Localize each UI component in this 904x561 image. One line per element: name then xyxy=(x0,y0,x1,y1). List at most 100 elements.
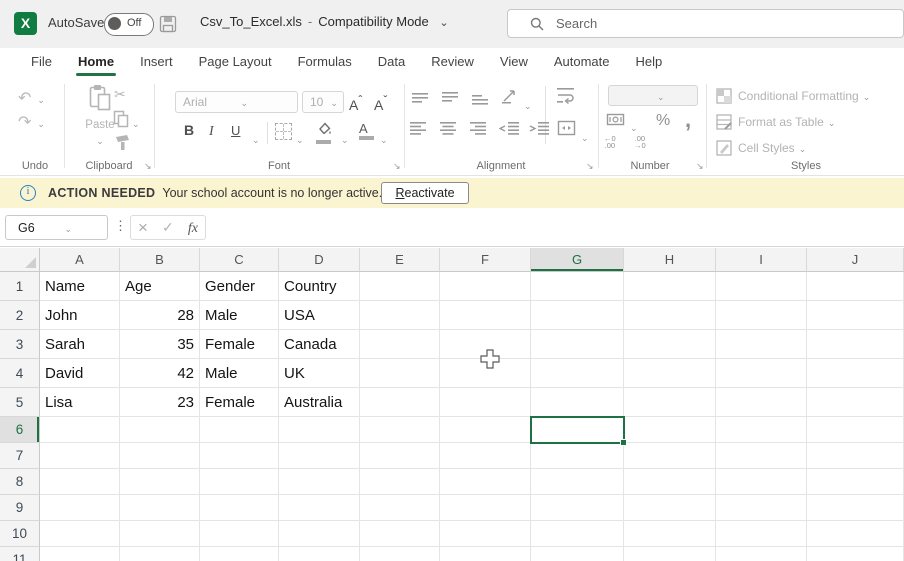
percent-style-button[interactable] xyxy=(656,112,670,130)
cell-styles-button[interactable]: Cell Styles xyxy=(716,138,806,158)
row-header-1[interactable]: 1 xyxy=(0,272,40,301)
font-dialog-launcher[interactable] xyxy=(393,161,401,172)
decrease-font-size-button[interactable] xyxy=(374,93,387,115)
borders-button[interactable] xyxy=(275,123,292,140)
cell-C5[interactable]: Female xyxy=(200,388,279,417)
cell-E5[interactable] xyxy=(360,388,440,417)
merge-center-button[interactable] xyxy=(557,120,576,141)
cell-G5[interactable] xyxy=(531,388,624,417)
tab-automate[interactable]: Automate xyxy=(541,48,623,78)
cell-G11[interactable] xyxy=(531,547,624,561)
cancel-button[interactable] xyxy=(138,218,148,238)
document-title[interactable]: Csv_To_Excel.xls-Compatibility Mode ⌄ xyxy=(200,14,449,29)
cell-J1[interactable] xyxy=(807,272,904,301)
number-format-select[interactable] xyxy=(608,85,698,106)
cell-F5[interactable] xyxy=(440,388,531,417)
cell-H4[interactable] xyxy=(624,359,716,388)
row-header-3[interactable]: 3 xyxy=(0,330,40,359)
cell-G7[interactable] xyxy=(531,443,624,469)
cell-J2[interactable] xyxy=(807,301,904,330)
cell-C2[interactable]: Male xyxy=(200,301,279,330)
cell-E11[interactable] xyxy=(360,547,440,561)
cell-C8[interactable] xyxy=(200,469,279,495)
column-header-D[interactable]: D xyxy=(279,248,360,272)
decrease-decimal-button[interactable]: .00→0 xyxy=(634,135,646,149)
cell-D7[interactable] xyxy=(279,443,360,469)
cell-I1[interactable] xyxy=(716,272,807,301)
cell-H3[interactable] xyxy=(624,330,716,359)
row-header-7[interactable]: 7 xyxy=(0,443,40,469)
selection-box-G6[interactable] xyxy=(530,416,625,444)
cell-C9[interactable] xyxy=(200,495,279,521)
cell-D11[interactable] xyxy=(279,547,360,561)
tab-file[interactable]: File xyxy=(18,48,65,78)
copy-button[interactable] xyxy=(112,110,129,133)
cell-J9[interactable] xyxy=(807,495,904,521)
font-color-button[interactable] xyxy=(359,122,374,140)
align-right-button[interactable] xyxy=(470,122,487,140)
comma-style-button[interactable] xyxy=(685,114,691,132)
underline-button[interactable] xyxy=(231,122,240,140)
orientation-dropdown-icon[interactable] xyxy=(524,96,532,114)
cell-J10[interactable] xyxy=(807,521,904,547)
cell-F7[interactable] xyxy=(440,443,531,469)
excel-logo-icon[interactable] xyxy=(14,12,37,35)
tab-insert[interactable]: Insert xyxy=(127,48,186,78)
formula-input[interactable] xyxy=(212,215,904,242)
underline-dropdown-icon[interactable] xyxy=(252,130,260,148)
name-box[interactable]: G6 xyxy=(5,215,108,240)
cell-J6[interactable] xyxy=(807,417,904,443)
cell-F4[interactable] xyxy=(440,359,531,388)
enter-button[interactable] xyxy=(162,219,174,237)
cell-H9[interactable] xyxy=(624,495,716,521)
cell-I11[interactable] xyxy=(716,547,807,561)
clipboard-dialog-launcher[interactable] xyxy=(144,161,152,172)
cell-E6[interactable] xyxy=(360,417,440,443)
cell-F10[interactable] xyxy=(440,521,531,547)
cell-H8[interactable] xyxy=(624,469,716,495)
column-header-J[interactable]: J xyxy=(807,248,904,272)
increase-indent-button[interactable] xyxy=(529,122,549,140)
row-header-11[interactable]: 11 xyxy=(0,547,40,561)
cell-F3[interactable] xyxy=(440,330,531,359)
more-options-icon[interactable] xyxy=(114,218,127,234)
cell-B5[interactable]: 23 xyxy=(120,388,200,417)
merge-center-dropdown-icon[interactable] xyxy=(581,128,589,146)
cell-H11[interactable] xyxy=(624,547,716,561)
accounting-format-button[interactable] xyxy=(606,112,625,132)
cell-H2[interactable] xyxy=(624,301,716,330)
borders-dropdown-icon[interactable] xyxy=(296,130,304,148)
cell-E1[interactable] xyxy=(360,272,440,301)
cell-C1[interactable]: Gender xyxy=(200,272,279,301)
cell-A10[interactable] xyxy=(40,521,120,547)
cell-E3[interactable] xyxy=(360,330,440,359)
cell-D5[interactable]: Australia xyxy=(279,388,360,417)
cell-B2[interactable]: 28 xyxy=(120,301,200,330)
row-header-5[interactable]: 5 xyxy=(0,388,40,417)
cell-D6[interactable] xyxy=(279,417,360,443)
cell-F2[interactable] xyxy=(440,301,531,330)
decrease-indent-button[interactable] xyxy=(499,122,519,140)
cell-I10[interactable] xyxy=(716,521,807,547)
row-header-9[interactable]: 9 xyxy=(0,495,40,521)
tab-home[interactable]: Home xyxy=(65,48,127,78)
row-header-6[interactable]: 6 xyxy=(0,417,40,443)
wrap-text-button[interactable] xyxy=(557,87,575,109)
cell-G3[interactable] xyxy=(531,330,624,359)
column-header-B[interactable]: B xyxy=(120,248,200,272)
cell-E2[interactable] xyxy=(360,301,440,330)
fill-color-dropdown-icon[interactable] xyxy=(341,130,349,148)
search-input[interactable] xyxy=(554,15,903,32)
tab-data[interactable]: Data xyxy=(365,48,418,78)
undo-button[interactable] xyxy=(18,88,45,108)
cell-A2[interactable]: John xyxy=(40,301,120,330)
tab-formulas[interactable]: Formulas xyxy=(285,48,365,78)
cell-I5[interactable] xyxy=(716,388,807,417)
column-header-I[interactable]: I xyxy=(716,248,807,272)
reactivate-button[interactable]: Reactivate xyxy=(381,182,469,204)
cell-G4[interactable] xyxy=(531,359,624,388)
cell-I6[interactable] xyxy=(716,417,807,443)
cell-E10[interactable] xyxy=(360,521,440,547)
cell-B8[interactable] xyxy=(120,469,200,495)
cell-F6[interactable] xyxy=(440,417,531,443)
